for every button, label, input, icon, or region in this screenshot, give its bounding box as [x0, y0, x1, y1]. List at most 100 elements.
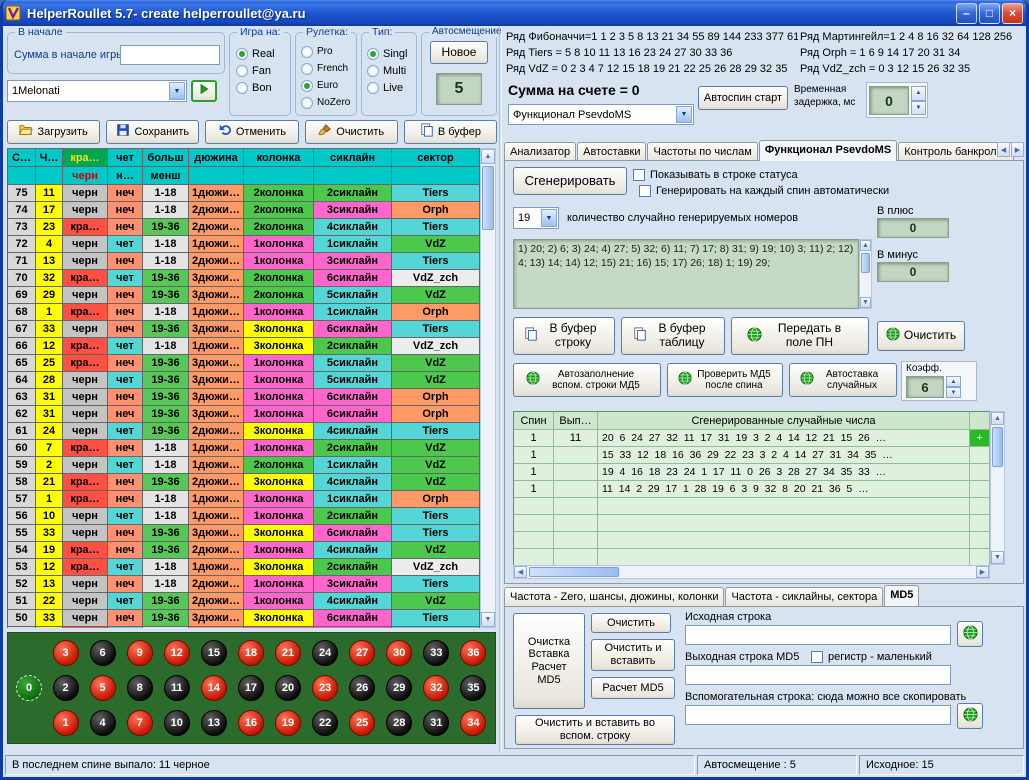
radio-option-pro[interactable]: Pro	[301, 43, 350, 60]
board-number-8[interactable]: 8	[127, 675, 153, 701]
autofill-md5-button[interactable]: Автозаполнение вспом. строки МД5	[513, 363, 661, 397]
show-status-checkbox[interactable]	[633, 169, 645, 181]
table-row[interactable]: 7417черннеч1-182дюжи…2колонка3сиклайнOrp…	[8, 202, 480, 219]
main-tab-1[interactable]: Автоставки	[577, 142, 646, 161]
table-row[interactable]: 724чернчет1-181дюжи…1колонка1сиклайнVdZ	[8, 236, 480, 253]
board-number-18[interactable]: 18	[238, 640, 264, 666]
radio-option-euro[interactable]: Euro	[301, 77, 350, 94]
md5-big-button[interactable]: Очистка Вставка Расчет MD5	[513, 613, 585, 709]
board-number-10[interactable]: 10	[164, 710, 190, 736]
md5-source-input[interactable]	[685, 625, 951, 645]
spinner-up-icon[interactable]: ▲	[911, 86, 926, 101]
table-row[interactable]: 7511черннеч1-181дюжи…2колонка2сиклайнTie…	[8, 185, 480, 202]
board-number-22[interactable]: 22	[312, 710, 338, 736]
gen-table-row[interactable]: 115 33 12 18 16 36 29 22 23 3 2 4 14 27 …	[514, 447, 990, 464]
gen-table-row[interactable]: 11120 6 24 27 32 11 17 31 19 3 2 4 14 12…	[514, 430, 990, 447]
scroll-up-icon[interactable]: ▲	[481, 149, 495, 164]
scroll-right-icon[interactable]: ▶	[976, 566, 989, 578]
md5-source-globe-button[interactable]	[957, 621, 983, 647]
radio-option-real[interactable]: Real	[236, 45, 275, 62]
scrollbar-thumb[interactable]	[529, 567, 619, 577]
board-number-36[interactable]: 36	[460, 640, 486, 666]
chevron-down-icon[interactable]: ▼	[676, 106, 692, 123]
board-number-32[interactable]: 32	[423, 675, 449, 701]
scroll-up-icon[interactable]: ▲	[991, 412, 1004, 425]
gen-clear-button[interactable]: Очистить	[877, 321, 965, 351]
spinner-down-icon[interactable]: ▼	[911, 101, 926, 116]
gen-table-row[interactable]: 111 14 2 29 17 1 28 19 6 3 9 32 8 20 21 …	[514, 481, 990, 498]
md5-clear-button[interactable]: Очистить	[591, 613, 671, 633]
chevron-down-icon[interactable]: ▼	[541, 209, 557, 227]
profile-combobox[interactable]: 1Melonati ▼	[7, 80, 187, 102]
board-number-3[interactable]: 3	[53, 640, 79, 666]
board-number-25[interactable]: 25	[349, 710, 375, 736]
scrollbar-thumb[interactable]	[861, 253, 870, 273]
main-tab-2[interactable]: Частоты по числам	[647, 142, 757, 161]
transfer-button[interactable]: Передать в поле ПН	[731, 317, 869, 355]
board-number-27[interactable]: 27	[349, 640, 375, 666]
board-number-16[interactable]: 16	[238, 710, 264, 736]
md5-aux-globe-button[interactable]	[957, 703, 983, 729]
board-number-15[interactable]: 15	[201, 640, 227, 666]
board-number-9[interactable]: 9	[127, 640, 153, 666]
table-row[interactable]: 7032кра…чет19-363дюжи…2колонка6сиклайнVd…	[8, 270, 480, 287]
board-number-34[interactable]: 34	[460, 710, 486, 736]
radio-option-nozero[interactable]: NoZero	[301, 94, 350, 111]
table-row[interactable]: 6124чернчет19-362дюжи…3колонка4сиклайнTi…	[8, 423, 480, 440]
count-combobox[interactable]: 19 ▼	[513, 207, 559, 229]
md5-aux-input[interactable]	[685, 705, 951, 725]
board-number-1[interactable]: 1	[53, 710, 79, 736]
frequency-tab-0[interactable]: Частота - Zero, шансы, дюжины, колонки	[504, 587, 724, 606]
table-row[interactable]: 7323кра…неч19-362дюжи…2колонка4сиклайнTi…	[8, 219, 480, 236]
board-number-12[interactable]: 12	[164, 640, 190, 666]
scrollbar-thumb[interactable]	[482, 166, 494, 230]
main-tab-3[interactable]: Функционал PsevdoMS	[759, 140, 897, 161]
board-number-7[interactable]: 7	[127, 710, 153, 736]
tab-scroll-right-icon[interactable]: ▶	[1011, 142, 1024, 157]
table-row[interactable]: 7113черннеч1-182дюжи…1колонка3сиклайнTie…	[8, 253, 480, 270]
table-row[interactable]: 6733черннеч19-363дюжи…3колонка6сиклайнTi…	[8, 321, 480, 338]
board-number-24[interactable]: 24	[312, 640, 338, 666]
board-number-11[interactable]: 11	[164, 675, 190, 701]
table-row[interactable]: 6929черннеч19-363дюжи…2колонка5сиклайнVd…	[8, 287, 480, 304]
auto-generate-checkbox-row[interactable]: Генерировать на каждый спин автоматическ…	[639, 185, 889, 197]
table-row[interactable]: 5610чернчет1-181дюжи…1колонка2сиклайнTie…	[8, 508, 480, 525]
gen-table-row[interactable]: 119 4 16 18 23 24 1 17 11 0 26 3 28 27 3…	[514, 464, 990, 481]
chevron-down-icon[interactable]: ▼	[169, 82, 185, 100]
undo-button[interactable]: Отменить	[205, 120, 298, 144]
table-row[interactable]: 5821кра…неч19-362дюжи…3колонка4сиклайнVd…	[8, 474, 480, 491]
md5-calc-button[interactable]: Расчет MD5	[591, 677, 675, 699]
board-number-6[interactable]: 6	[90, 640, 116, 666]
start-sum-input[interactable]	[120, 45, 220, 65]
radio-option-french[interactable]: French	[301, 60, 350, 77]
board-number-20[interactable]: 20	[275, 675, 301, 701]
md5-output-input[interactable]	[685, 665, 951, 685]
radio-option-singl[interactable]: Singl	[367, 45, 407, 62]
board-number-31[interactable]: 31	[423, 710, 449, 736]
autospin-start-button[interactable]: Автоспин старт	[698, 86, 788, 110]
board-number-2[interactable]: 2	[53, 675, 79, 701]
scroll-left-icon[interactable]: ◀	[514, 566, 527, 578]
table-row[interactable]: 6525кра…неч19-363дюжи…1колонка5сиклайнVd…	[8, 355, 480, 372]
board-number-35[interactable]: 35	[460, 675, 486, 701]
new-autoshift-button[interactable]: Новое	[430, 41, 488, 64]
show-status-checkbox-row[interactable]: Показывать в строке статуса	[633, 169, 798, 181]
maximize-button[interactable]: □	[979, 3, 1000, 24]
table-row[interactable]: 6612кра…чет1-181дюжи…3колонка2сиклайнVdZ…	[8, 338, 480, 355]
spinner-down-icon[interactable]: ▼	[946, 387, 961, 398]
auto-generate-checkbox[interactable]	[639, 185, 651, 197]
radio-option-multi[interactable]: Multi	[367, 62, 407, 79]
table-row[interactable]: 607кра…неч1-181дюжи…1колонка2сиклайнVdZ	[8, 440, 480, 457]
table-row[interactable]: 681кра…неч1-181дюжи…1колонка1сиклайнOrph	[8, 304, 480, 321]
clipboard-button[interactable]: В буфер	[404, 120, 497, 144]
board-number-21[interactable]: 21	[275, 640, 301, 666]
table-row[interactable]: 6331черннеч19-363дюжи…1колонка6сиклайнOr…	[8, 389, 480, 406]
radio-option-live[interactable]: Live	[367, 79, 407, 96]
board-number-4[interactable]: 4	[90, 710, 116, 736]
board-number-33[interactable]: 33	[423, 640, 449, 666]
close-button[interactable]: ×	[1002, 3, 1023, 24]
board-number-19[interactable]: 19	[275, 710, 301, 736]
generate-button[interactable]: Сгенерировать	[513, 167, 627, 195]
table-row[interactable]: 592чернчет1-181дюжи…2колонка1сиклайнVdZ	[8, 457, 480, 474]
minimize-button[interactable]: –	[956, 3, 977, 24]
